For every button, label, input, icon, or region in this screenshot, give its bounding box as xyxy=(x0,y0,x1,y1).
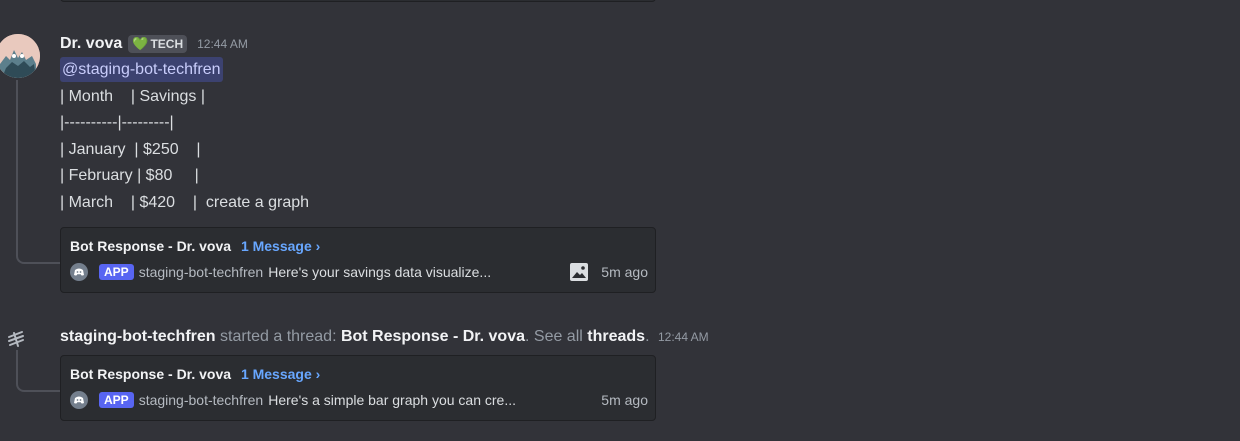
previous-thread-card-edge xyxy=(60,0,656,2)
thread-preview-text: Here's a simple bar graph you can cre... xyxy=(268,392,517,408)
thread-connector-line xyxy=(16,350,60,392)
threads-link[interactable]: threads xyxy=(587,328,645,345)
thread-icon xyxy=(6,329,26,349)
thread-preview-text: Here's your savings data visualize... xyxy=(268,264,492,280)
system-action-text: started a thread: xyxy=(215,328,341,345)
thread-title: Bot Response - Dr. vova xyxy=(70,238,232,254)
bot-name[interactable]: staging-bot-techfren xyxy=(139,392,264,408)
thread-card-preview-row: APP staging-bot-techfren Here's a simple… xyxy=(70,390,648,410)
message-line: | March | $420 | create a graph xyxy=(60,194,310,211)
thread-time-ago: 5m ago xyxy=(601,264,648,280)
thread-card-preview-row: APP staging-bot-techfren Here's your sav… xyxy=(70,262,648,282)
message-line: | February | $80 | xyxy=(60,167,199,184)
username[interactable]: Dr. vova xyxy=(60,35,122,53)
user-mention[interactable]: @staging-bot-techfren xyxy=(60,57,223,82)
thread-card-title: Bot Response - Dr. vova 1 Message › xyxy=(70,238,320,254)
thread-card[interactable]: Bot Response - Dr. vova 1 Message › APP … xyxy=(60,227,656,293)
app-badge: APP xyxy=(99,392,134,408)
thread-card[interactable]: Bot Response - Dr. vova 1 Message › APP … xyxy=(60,355,656,421)
discord-bot-avatar-icon xyxy=(70,263,88,281)
message-line: |----------|---------| xyxy=(60,114,174,131)
bot-name[interactable]: staging-bot-techfren xyxy=(139,264,264,280)
user-avatar[interactable] xyxy=(0,34,40,78)
discord-bot-avatar-icon xyxy=(70,391,88,409)
system-period: . xyxy=(645,328,650,345)
system-timestamp: 12:44 AM xyxy=(657,330,709,344)
green-heart-icon: 💚 xyxy=(132,36,149,51)
system-actor[interactable]: staging-bot-techfren xyxy=(60,328,216,345)
thread-message-count[interactable]: 1 Message › xyxy=(241,238,320,254)
message-timestamp: 12:44 AM xyxy=(197,37,248,51)
message-line: | January | $250 | xyxy=(60,141,201,158)
image-attachment-icon xyxy=(569,262,589,282)
message-line: | Month | Savings | xyxy=(60,88,205,105)
thread-started-system-message: staging-bot-techfren started a thread: B… xyxy=(60,326,709,348)
thread-card-title: Bot Response - Dr. vova 1 Message › xyxy=(70,366,320,382)
thread-title: Bot Response - Dr. vova xyxy=(70,366,232,382)
system-thread-name[interactable]: Bot Response - Dr. vova xyxy=(341,328,525,345)
thread-message-count[interactable]: 1 Message › xyxy=(241,366,320,382)
user-tag[interactable]: 💚 TECH xyxy=(128,35,188,53)
avatar-art-icon xyxy=(0,34,40,78)
thread-connector-line xyxy=(16,80,60,264)
app-badge: APP xyxy=(99,264,134,280)
user-tag-label: TECH xyxy=(150,37,184,51)
thread-time-ago: 5m ago xyxy=(601,392,648,408)
system-see-all-text: . See all xyxy=(525,328,588,345)
message-header: Dr. vova 💚 TECH 12:44 AM xyxy=(60,34,248,54)
